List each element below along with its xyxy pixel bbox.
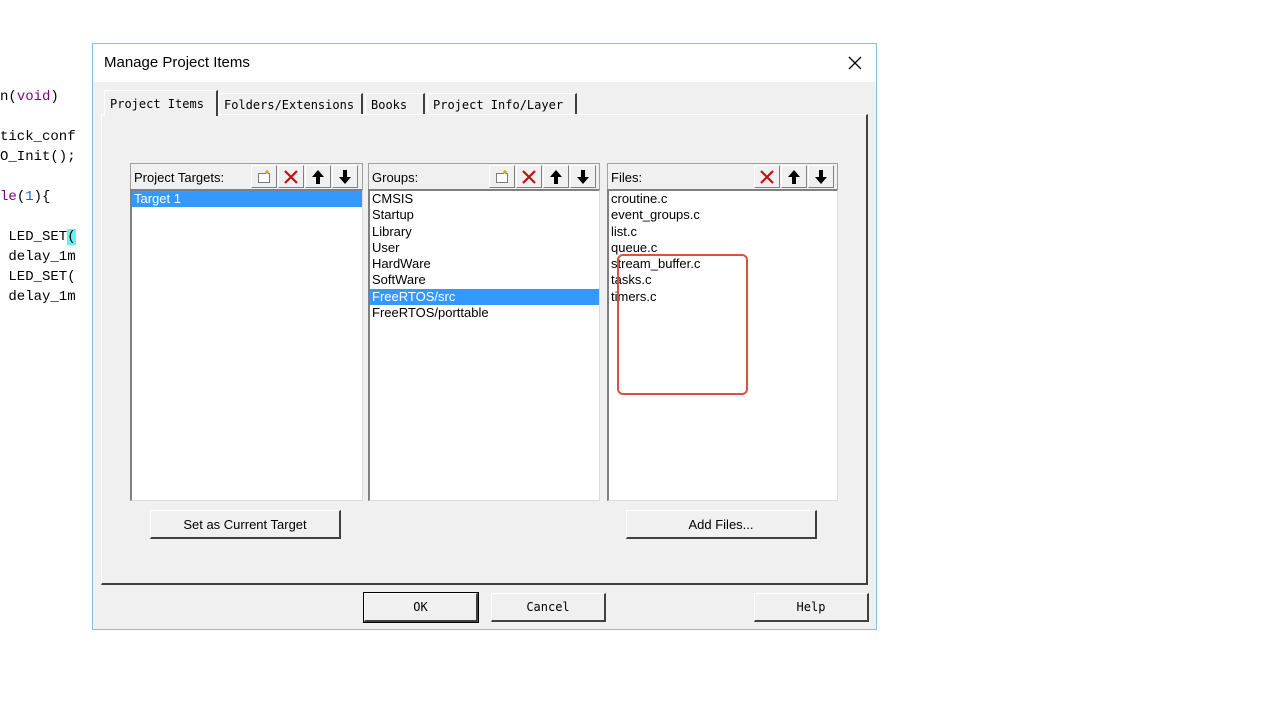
- code-line: le(1){: [0, 188, 50, 206]
- cancel-button[interactable]: Cancel: [491, 593, 606, 622]
- delete-icon: [522, 169, 536, 184]
- close-icon: [848, 56, 862, 70]
- code-line: tick_conf: [0, 128, 76, 146]
- code-token: void: [16, 89, 51, 105]
- targets-header: Project Targets:: [130, 163, 363, 189]
- list-item[interactable]: list.c: [609, 224, 837, 240]
- files-list[interactable]: croutine.c event_groups.c list.c queue.c str…: [607, 189, 838, 501]
- delete-icon: [284, 169, 298, 184]
- list-item[interactable]: Startup: [370, 207, 599, 223]
- tab-project-info-layer[interactable]: Project Info/Layer: [427, 93, 577, 115]
- arrow-up-icon: [788, 169, 800, 184]
- code-token: (: [67, 229, 76, 245]
- list-item[interactable]: Target 1: [132, 191, 362, 208]
- project-items-panel: Project Targets: Target 1 Groups: CMSIS …: [101, 114, 868, 585]
- move-group-up-button[interactable]: [543, 165, 569, 188]
- code-token: LED_SET: [0, 229, 68, 245]
- delete-target-button[interactable]: [278, 165, 304, 188]
- help-button[interactable]: Help: [754, 593, 869, 622]
- list-item[interactable]: FreeRTOS/porttable: [370, 305, 599, 321]
- code-line: O_Init();: [0, 148, 76, 166]
- code-token: delay_1m: [0, 249, 76, 265]
- list-item[interactable]: Library: [370, 224, 599, 240]
- targets-list[interactable]: Target 1: [130, 189, 363, 501]
- move-file-down-button[interactable]: [808, 165, 834, 188]
- code-line: delay_1m: [0, 288, 76, 306]
- targets-label: Project Targets:: [134, 170, 225, 185]
- list-item[interactable]: FreeRTOS/src: [370, 288, 599, 306]
- code-token: tick_conf: [0, 129, 76, 145]
- arrow-up-icon: [550, 169, 562, 184]
- delete-file-button[interactable]: [754, 165, 780, 188]
- delete-group-button[interactable]: [516, 165, 542, 188]
- code-token: (: [8, 89, 17, 105]
- files-header: Files:: [607, 163, 838, 189]
- new-group-button[interactable]: [489, 165, 515, 188]
- code-token: ){: [33, 189, 51, 205]
- tab-books[interactable]: Books: [365, 93, 425, 115]
- new-item-icon: [258, 169, 270, 183]
- code-line: delay_1m: [0, 248, 76, 266]
- code-line: LED_SET(: [0, 228, 76, 246]
- tab-project-items[interactable]: Project Items: [104, 90, 218, 116]
- dialog-title: Manage Project Items: [104, 54, 250, 71]
- title-bar: Manage Project Items: [93, 44, 876, 82]
- arrow-up-icon: [312, 169, 324, 184]
- code-token: (: [16, 189, 26, 205]
- close-button[interactable]: [838, 48, 872, 78]
- list-item[interactable]: croutine.c: [609, 191, 837, 207]
- code-token: delay_1m: [0, 289, 76, 305]
- list-item[interactable]: tasks.c: [609, 272, 837, 288]
- list-item[interactable]: HardWare: [370, 256, 599, 272]
- new-item-icon: [496, 169, 508, 183]
- list-item[interactable]: SoftWare: [370, 272, 599, 288]
- list-item[interactable]: timers.c: [609, 289, 837, 305]
- code-token: ): [50, 89, 59, 105]
- list-item[interactable]: event_groups.c: [609, 207, 837, 223]
- ok-button[interactable]: OK: [363, 592, 479, 623]
- code-token: 1: [25, 189, 34, 205]
- code-line: n(void): [0, 88, 59, 106]
- code-line: LED_SET(: [0, 268, 76, 286]
- code-token: O_Init();: [0, 149, 76, 165]
- new-target-button[interactable]: [251, 165, 277, 188]
- add-files-button[interactable]: Add Files...: [626, 510, 817, 539]
- move-target-down-button[interactable]: [332, 165, 358, 188]
- list-item[interactable]: User: [370, 240, 599, 256]
- list-item[interactable]: stream_buffer.c: [609, 256, 837, 272]
- move-target-up-button[interactable]: [305, 165, 331, 188]
- files-label: Files:: [611, 170, 643, 185]
- list-item[interactable]: queue.c: [609, 240, 837, 256]
- groups-label: Groups:: [372, 170, 419, 185]
- delete-icon: [760, 169, 774, 184]
- set-as-current-target-button[interactable]: Set as Current Target: [150, 510, 341, 539]
- list-item[interactable]: CMSIS: [370, 191, 599, 207]
- manage-project-items-dialog: Manage Project Items Project Items Folde…: [92, 43, 877, 630]
- tab-folders-extensions[interactable]: Folders/Extensions: [218, 93, 363, 115]
- code-token: LED_SET(: [0, 269, 76, 285]
- move-file-up-button[interactable]: [781, 165, 807, 188]
- arrow-down-icon: [815, 169, 827, 184]
- move-group-down-button[interactable]: [570, 165, 596, 188]
- arrow-down-icon: [577, 169, 589, 184]
- groups-list[interactable]: CMSIS Startup Library User HardWare SoftWare F…: [368, 189, 600, 501]
- code-token: le: [0, 189, 17, 205]
- arrow-down-icon: [339, 169, 351, 184]
- groups-header: Groups:: [368, 163, 600, 189]
- code-editor-background: n(void) tick_conf O_Init(); le(1){ LED_SET(…: [0, 0, 92, 320]
